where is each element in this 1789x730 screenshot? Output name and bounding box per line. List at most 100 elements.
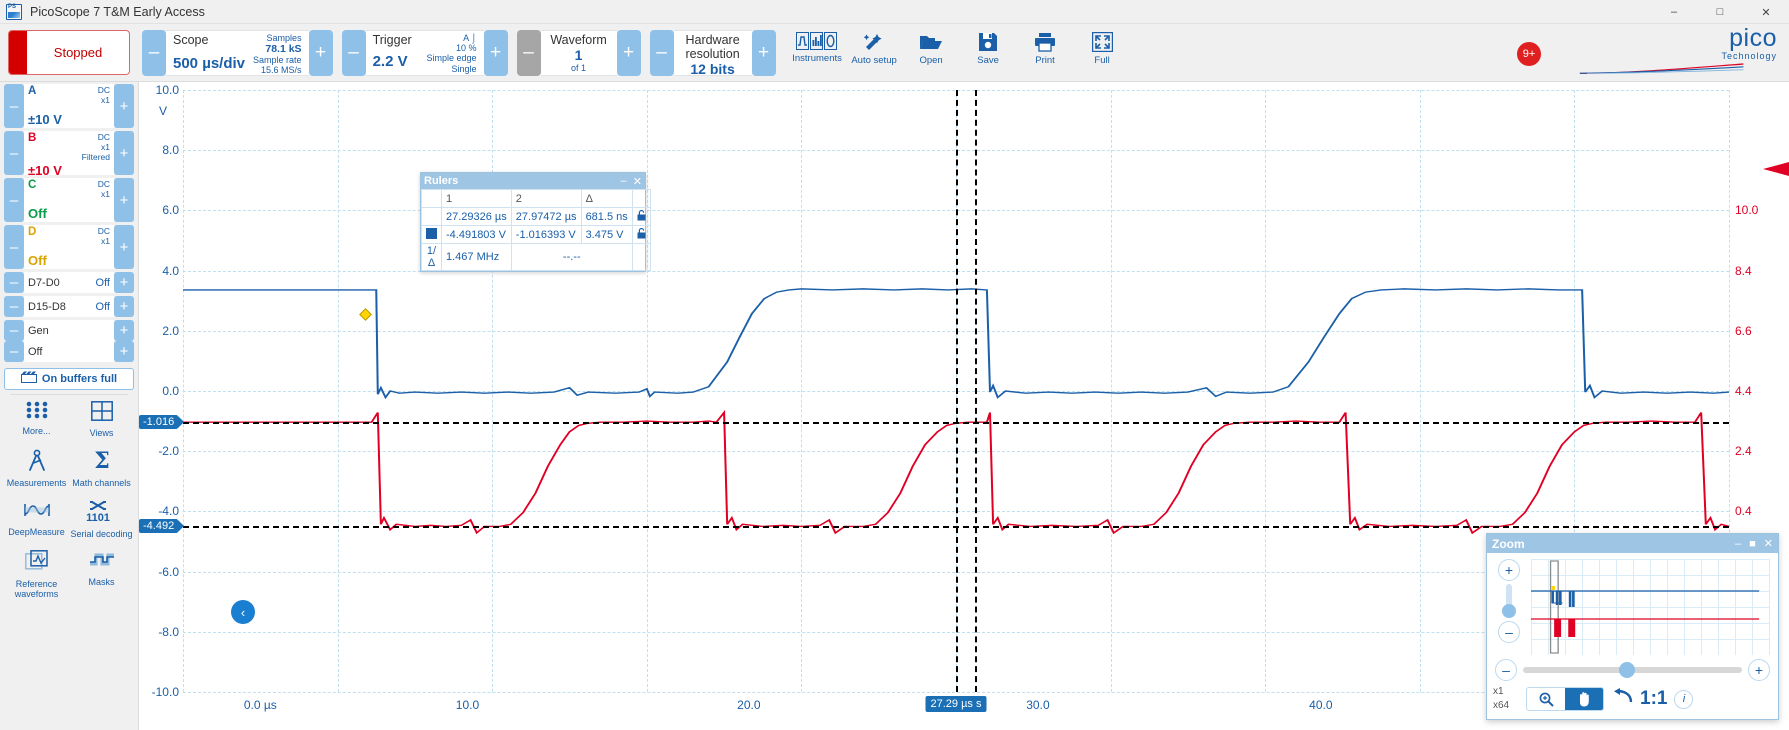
zoom-mode-toggle[interactable] [1526,687,1604,711]
close-button[interactable]: ✕ [1743,0,1789,24]
resolution-increase-button[interactable]: + [751,29,776,76]
d15-d8-decrease[interactable]: – [4,296,24,317]
pico-swoosh-icon [1579,63,1744,74]
instruments-button[interactable]: Instruments [789,27,846,64]
zoom-h-increase-button[interactable]: + [1748,659,1770,681]
zoom-horizontal-slider-knob[interactable] [1619,662,1636,678]
zoom-h-decrease-button[interactable]: – [1495,659,1517,681]
zoom-magnifier-button[interactable] [1527,688,1565,710]
masks-tool[interactable]: Masks [69,548,134,602]
channel-b-increase[interactable]: + [114,131,134,175]
trigger-body[interactable]: Trigger A ⌡ 10 % 2.2 V Simple edge Singl… [365,29,484,76]
scope-timebase-body[interactable]: Scope Samples 78.1 kS 500 µs/div Sample … [166,29,309,76]
d15-d8-increase[interactable]: + [114,296,134,317]
channel-c-increase[interactable]: + [114,178,134,222]
reference-waveforms-tool[interactable]: Reference waveforms [4,548,69,602]
scope-view[interactable]: V 10.0 8.0 6.0 4.0 2.0 0.0 -2.0 -4.0 -6.… [139,82,1789,730]
zoom-close-button[interactable]: ✕ [1764,537,1773,550]
run-status-indicator[interactable]: Stopped [8,30,130,75]
rulers-minimize-button[interactable]: – [621,175,627,187]
previous-waveform-button[interactable]: ‹ [231,600,255,624]
open-button[interactable]: Open [903,27,960,66]
deepmeasure-tool[interactable]: DeepMeasure [4,498,69,541]
resolution-decrease-button[interactable]: – [649,29,674,76]
save-button[interactable]: Save [960,27,1017,66]
trigger-increase-button[interactable]: + [483,29,508,76]
zoom-reset-label[interactable]: 1:1 [1640,688,1667,710]
waveform-decrease-button[interactable]: – [516,29,541,76]
ruler-time-2-cursor[interactable] [974,90,977,692]
zoom-info-button[interactable]: i [1674,689,1694,709]
ruler-time-1-cursor[interactable] [956,90,958,692]
d7-d0-decrease[interactable]: – [4,272,24,293]
rulers-time-2[interactable]: 27.97472 µs [510,207,582,226]
gen-state-decrease[interactable]: – [4,341,24,362]
channel-d-increase[interactable]: + [114,225,134,269]
minimize-button[interactable]: – [1651,0,1697,24]
channel-a-increase[interactable]: + [114,84,134,128]
zoom-panel-header[interactable]: Zoom – ■ ✕ [1487,534,1778,553]
waveform-increase-button[interactable]: + [616,29,641,76]
zoom-out-button[interactable]: – [1498,621,1520,643]
generator-row[interactable]: – Gen + [4,320,134,341]
rulers-close-button[interactable]: ✕ [633,175,642,188]
printer-icon [1034,32,1056,52]
views-tool[interactable]: Views [69,399,134,440]
zoom-pan-button[interactable] [1565,688,1603,710]
channel-a-row[interactable]: – A DC x1 ±10 V + [4,84,134,128]
zoom-vertical-slider[interactable] [1502,584,1516,618]
channel-c-row[interactable]: – C DC x1 Off + [4,178,134,222]
zoom-reset-icon[interactable] [1611,687,1633,711]
resolution-body[interactable]: Hardware resolution 12 bits [673,29,752,77]
rulers-time-1[interactable]: 27.29326 µs [441,207,512,226]
zoom-minimize-button[interactable]: – [1735,538,1741,550]
channel-c-decrease[interactable]: – [4,178,24,222]
waveform-body[interactable]: Waveform 1 of 1 [540,29,617,76]
time-cursor-badge[interactable]: 27.29 µs s [925,696,987,712]
auto-setup-button[interactable]: Auto setup [846,27,903,66]
svg-text:Σ: Σ [94,448,110,474]
zoom-panel[interactable]: Zoom – ■ ✕ + – – + x1 x64 1:1 i [1486,533,1779,720]
zoom-vertical-slider-knob[interactable] [1502,604,1516,618]
measurements-tool[interactable]: Measurements [4,447,69,490]
channel-d-row[interactable]: – D DC x1 Off + [4,225,134,269]
ruler-b-tag[interactable]: -4.492 [139,519,179,534]
channel-a-decrease[interactable]: – [4,84,24,128]
rulers-dialog[interactable]: Rulers – ✕ 1 2 Δ 27.29326 µs 27.97472 µs… [420,172,651,272]
full-screen-button[interactable]: Full [1074,27,1131,66]
rulers-voltage-1[interactable]: -4.491803 V [441,225,512,244]
zoom-overview-plot[interactable] [1531,559,1770,655]
rulers-col-lock [631,189,651,208]
serial-decoding-tool[interactable]: 1101 Serial decoding [69,498,134,541]
maximize-button[interactable]: □ [1697,0,1743,24]
zoom-maximize-button[interactable]: ■ [1749,538,1756,550]
gen-state-increase[interactable]: + [114,341,134,362]
on-buffers-full-button[interactable]: On buffers full [4,368,134,390]
scope-decrease-button[interactable]: – [142,29,166,76]
channel-d-decrease[interactable]: – [4,225,24,269]
digital-d15-d8-row[interactable]: – D15-D8 Off + [4,296,134,317]
more-tool[interactable]: More... [4,399,69,440]
rulers-dialog-header[interactable]: Rulers – ✕ [421,173,645,189]
gen-decrease[interactable]: – [4,320,24,341]
measurements-label: Measurements [6,478,67,489]
digital-d7-d0-row[interactable]: – D7-D0 Off + [4,272,134,293]
scope-increase-button[interactable]: + [308,29,333,76]
trigger-decrease-button[interactable]: – [341,29,366,76]
rulers-time-lock-button[interactable] [631,207,651,226]
notification-badge[interactable]: 9+ [1517,42,1541,66]
channel-b-decrease[interactable]: – [4,131,24,175]
zoom-horizontal-slider[interactable] [1523,662,1742,678]
channel-b-row[interactable]: – B DC x1 Filtered ±10 V + [4,131,134,178]
print-button[interactable]: Print [1017,27,1074,66]
gen-increase[interactable]: + [114,320,134,341]
math-channels-tool[interactable]: Σ Math channels [69,447,134,490]
trigger-level-arrow-icon[interactable] [1763,162,1789,176]
generator-state-row[interactable]: – Off + [4,341,134,362]
ruler-a-tag[interactable]: -1.016 [139,415,179,430]
zoom-in-button[interactable]: + [1498,559,1520,581]
rulers-voltage-2[interactable]: -1.016393 V [510,225,582,244]
d7-d0-increase[interactable]: + [114,272,134,293]
tools-grid: More... Views Measurements Σ Math channe… [4,399,134,602]
rulers-voltage-lock-button[interactable] [631,225,651,244]
